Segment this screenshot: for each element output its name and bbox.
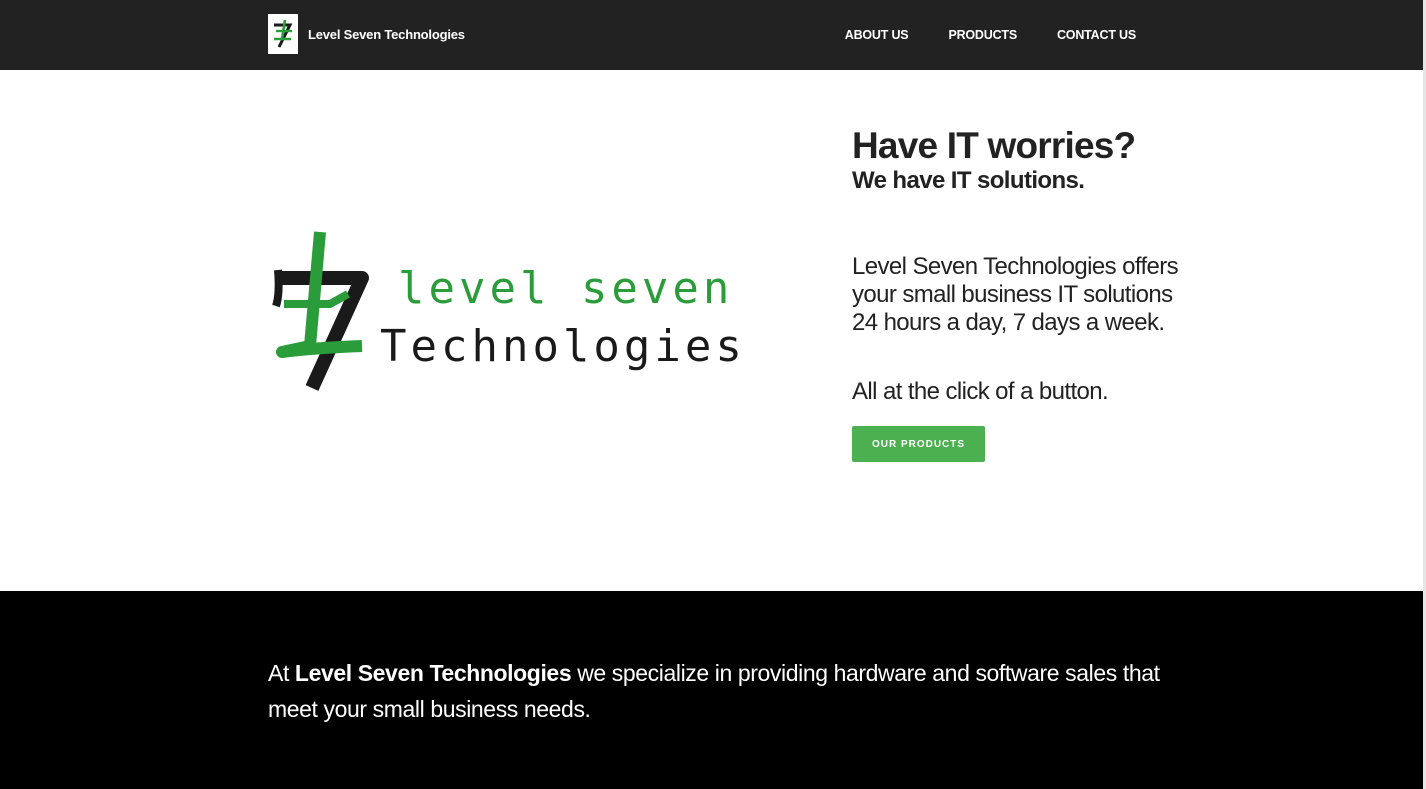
company-logo: level seven Technologies xyxy=(272,228,782,394)
about-text: At Level Seven Technologies we specializ… xyxy=(268,655,1168,727)
brand-logo-icon xyxy=(268,14,298,54)
hero-section: level seven Technologies Have IT worries… xyxy=(0,70,1426,591)
top-navbar: Level Seven Technologies ABOUT US PRODUC… xyxy=(0,0,1426,70)
hero-tagline: All at the click of a button. xyxy=(852,378,1109,405)
hero-headline: Have IT worries? xyxy=(852,125,1136,166)
nav-about-us[interactable]: ABOUT US xyxy=(845,28,909,42)
hero-subheadline: We have IT solutions. xyxy=(852,167,1085,194)
brand-link[interactable]: Level Seven Technologies xyxy=(268,14,465,54)
logo-text-line1: level seven xyxy=(398,263,733,314)
hero-text: Have IT worries? We have IT solutions. L… xyxy=(852,126,1182,462)
hero-description: Level Seven Technologies offers your sma… xyxy=(852,253,1179,336)
logo-text-line2: Technologies xyxy=(380,321,746,372)
nav-products[interactable]: PRODUCTS xyxy=(948,28,1017,42)
brand-name: Level Seven Technologies xyxy=(308,26,465,42)
main-nav: ABOUT US PRODUCTS CONTACT US xyxy=(805,0,1136,70)
nav-contact-us[interactable]: CONTACT US xyxy=(1057,28,1136,42)
our-products-button[interactable]: OUR PRODUCTS xyxy=(852,426,985,462)
about-section: At Level Seven Technologies we specializ… xyxy=(0,591,1426,789)
about-prefix: At xyxy=(268,660,295,686)
about-company-name: Level Seven Technologies xyxy=(294,660,572,686)
